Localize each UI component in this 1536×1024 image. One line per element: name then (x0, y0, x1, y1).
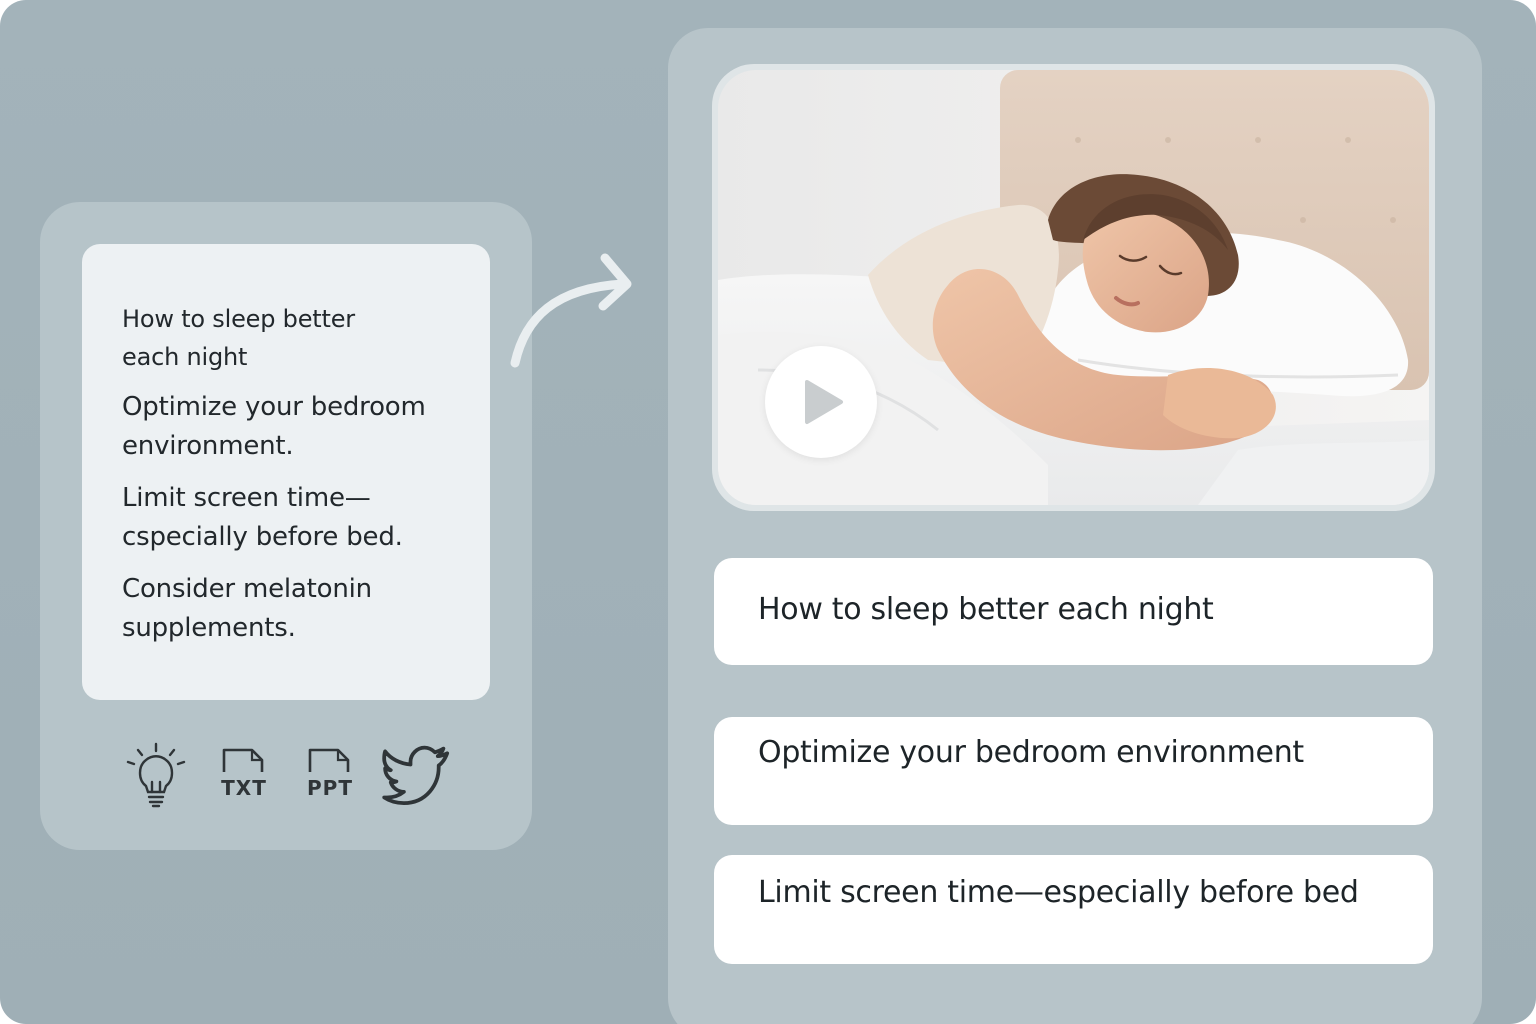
lightbulb-icon[interactable] (124, 742, 188, 812)
txt-file-icon[interactable]: TXT (216, 742, 272, 812)
video-panel: How to sleep better each night Optimize … (668, 28, 1482, 1024)
scene-card-bedroom[interactable]: Optimize your bedroom environment (714, 717, 1433, 825)
curved-arrow-icon (510, 253, 632, 368)
txt-file-label: TXT (221, 776, 267, 800)
twitter-icon[interactable] (382, 742, 452, 812)
play-icon (805, 380, 843, 424)
scene-card-screen-time[interactable]: Limit screen time—especially before bed (714, 855, 1433, 964)
ppt-file-label: PPT (307, 776, 353, 800)
script-item-melatonin: Consider melatonin supplements. (122, 574, 372, 643)
video-frame (712, 64, 1435, 511)
script-title: How to sleep better each night (122, 305, 355, 371)
script-item-bedroom: Optimize your bedroom environment. (122, 392, 426, 461)
script-panel: How to sleep better each night Optimize … (40, 202, 532, 850)
video-player[interactable] (718, 70, 1429, 505)
script-item-screen-time: Limit screen time—cspecially before bed. (122, 483, 403, 552)
script-note-card[interactable]: How to sleep better each night Optimize … (82, 244, 490, 700)
ppt-file-icon[interactable]: PPT (302, 742, 358, 812)
scene-card-sleep-better[interactable]: How to sleep better each night (714, 558, 1433, 665)
app-canvas: How to sleep better each night Optimize … (0, 0, 1536, 1024)
play-button[interactable] (765, 346, 877, 458)
